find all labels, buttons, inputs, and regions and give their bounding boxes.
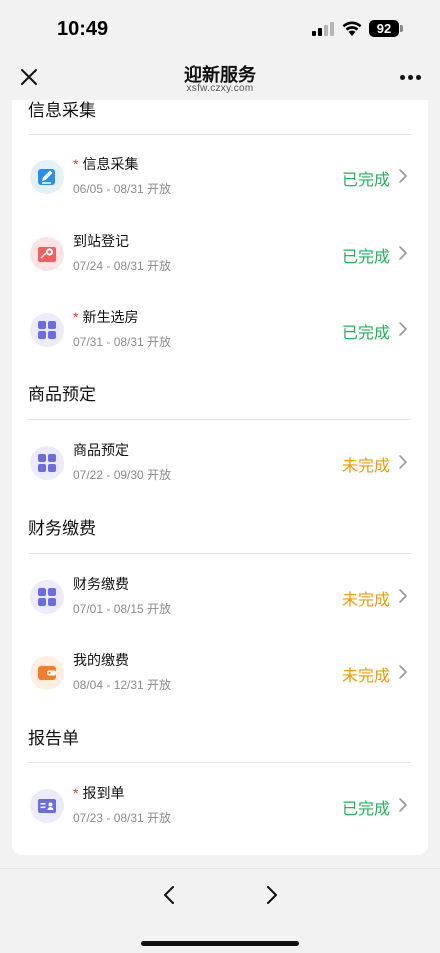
section-title-product-reservation: 商品预定 [28,385,96,404]
list-item-report-form[interactable]: * 报到单 07/23 - 08/31 开放 已完成 [12,777,428,837]
required-mark: * [73,309,79,325]
list-item-arrival-registration[interactable]: 到站登记 07/24 - 08/31 开放 已完成 [12,225,428,285]
grid-icon [30,446,64,480]
item-name: 到站登记 [73,233,129,249]
status-badge: 未完成 [341,458,390,475]
item-name: 财务缴费 [73,576,129,592]
edit-icon [30,160,64,194]
chevron-right-icon [399,169,407,183]
map-pin-icon [30,237,64,271]
item-date: 07/22 - 09/30 开放 [73,468,172,482]
id-card-icon [30,789,64,823]
status-badge: 已完成 [341,249,390,266]
status-badge: 已完成 [341,325,390,342]
required-mark: * [73,785,79,801]
grid-icon [30,580,64,614]
required-mark: * [73,156,79,172]
home-indicator [141,941,299,946]
nav-bar: 迎新服务 xsfw.czxy.com [0,56,440,100]
status-badge: 已完成 [341,801,390,818]
chevron-right-icon [399,322,407,336]
battery-icon: 92 [369,20,399,37]
browser-toolbar [0,868,440,953]
status-bar: 10:49 92 [0,0,440,56]
chevron-right-icon [399,455,407,469]
wifi-icon [342,21,362,36]
item-name: 我的缴费 [73,652,129,668]
section-title-info-collection: 信息采集 [28,101,96,120]
grid-icon [30,313,64,347]
back-arrow-icon[interactable] [160,883,178,907]
status-time: 10:49 [57,18,109,40]
item-name-text: 报到单 [82,785,125,801]
item-date: 07/31 - 08/31 开放 [73,335,172,349]
more-icon[interactable] [400,75,422,81]
main-content[interactable]: 信息采集 * 信息采集 06/05 - 08/31 开放 已完成 到站登记 07… [0,100,440,868]
status-badge: 未完成 [341,592,390,609]
section-divider [28,419,411,420]
section-title-report: 报告单 [28,729,79,748]
list-item-info-collection[interactable]: * 信息采集 06/05 - 08/31 开放 已完成 [12,148,428,208]
item-date: 08/04 - 12/31 开放 [73,678,172,692]
item-name-text: 信息采集 [82,156,139,172]
list-item-my-payment[interactable]: 我的缴费 08/04 - 12/31 开放 未完成 [12,644,428,704]
item-date: 06/05 - 08/31 开放 [73,182,172,196]
section-title-finance-payment: 财务缴费 [28,519,96,538]
chevron-right-icon [399,246,407,260]
status-badge: 已完成 [341,172,390,189]
item-date: 07/24 - 08/31 开放 [73,259,172,273]
item-date: 07/01 - 08/15 开放 [73,602,172,616]
signal-icon [312,22,336,36]
battery-tip [400,25,403,32]
list-item-room-selection[interactable]: * 新生选房 07/31 - 08/31 开放 已完成 [12,301,428,361]
item-name: * 报到单 [73,783,124,803]
item-name-text: 新生选房 [82,309,139,325]
forward-arrow-icon[interactable] [263,883,281,907]
list-item-product-reservation[interactable]: 商品预定 07/22 - 09/30 开放 未完成 [12,434,428,494]
item-name: 商品预定 [73,442,129,458]
item-date: 07/23 - 08/31 开放 [73,811,172,825]
list-item-finance-payment[interactable]: 财务缴费 07/01 - 08/15 开放 未完成 [12,568,428,628]
page-domain: xsfw.czxy.com [186,83,254,94]
chevron-right-icon [399,798,407,812]
chevron-right-icon [399,665,407,679]
status-badge: 未完成 [341,668,390,685]
section-divider [28,762,411,763]
chevron-right-icon [399,589,407,603]
item-name: * 信息采集 [73,154,138,174]
item-name: * 新生选房 [73,307,138,327]
section-divider [28,553,411,554]
wallet-icon [30,656,64,690]
service-card: 信息采集 * 信息采集 06/05 - 08/31 开放 已完成 到站登记 07… [12,100,428,855]
section-divider [28,134,411,135]
